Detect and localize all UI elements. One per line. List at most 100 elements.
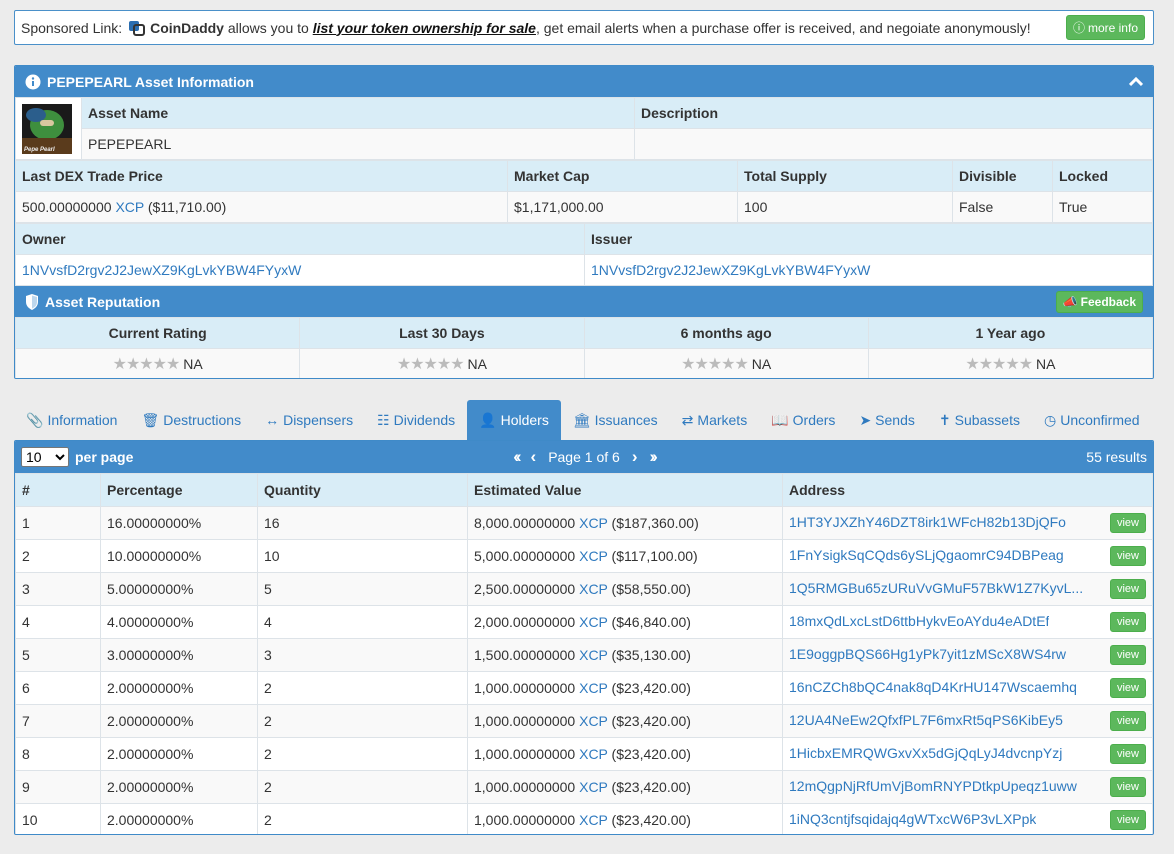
rating-6months-value: NA [751, 356, 772, 372]
next-page-icon[interactable]: › [632, 447, 638, 467]
row-index: 1 [15, 506, 101, 540]
value-unit-link[interactable]: XCP [579, 812, 608, 828]
tab-sends[interactable]: ➤ Sends [847, 400, 926, 440]
sponsor-brand: CoinDaddy [150, 19, 224, 36]
value-usd: ($58,550.00) [611, 581, 691, 597]
tab-dividends[interactable]: ☷ Dividends [365, 400, 467, 440]
address-link[interactable]: 12UA4NeEw2QfxfPL7F6mxRt5qPS6KibEy5 [789, 712, 1063, 728]
price-unit-link[interactable]: XCP [115, 199, 144, 215]
address-link[interactable]: 1HT3YJXZhY46DZT8irk1WFcH82b13DjQFo [789, 514, 1066, 530]
tab-label: Destructions [163, 412, 242, 428]
stars-rating-icon: ★★★★★ [112, 356, 181, 373]
paper-plane-icon: ➤ [859, 411, 872, 428]
issuer-link[interactable]: 1NVvsfD2rgv2J2JewXZ9KgLvkYBW4FYyxW [591, 262, 870, 278]
supply-header: Total Supply [737, 160, 953, 192]
asset-name-table: Pepe Pearl Asset Name Description PEPEPE… [15, 97, 1153, 160]
asset-info-panel: PEPEPEARL Asset Information Pepe Pearl A… [14, 65, 1154, 379]
value-unit-link[interactable]: XCP [579, 746, 608, 762]
view-button[interactable]: view [1109, 777, 1146, 797]
owner-link[interactable]: 1NVvsfD2rgv2J2JewXZ9KgLvkYBW4FYyxW [22, 262, 301, 278]
address-link[interactable]: 1iNQ3cntjfsqidajq4gWTxcW6P3vLXPpk [789, 811, 1036, 827]
pagination: ‹‹ ‹ Page 1 of 6 › ›› [15, 447, 1153, 467]
value-amount: 1,000.00000000 [474, 779, 576, 795]
sponsor-link[interactable]: list your token ownership for sale [313, 20, 536, 36]
bullhorn-icon: 📣 [1062, 294, 1078, 309]
row-percentage: 3.00000000% [100, 638, 258, 672]
table-row: 5 3.00000000% 3 1,500.00000000 XCP ($35,130… [15, 638, 1153, 672]
prev-page-icon[interactable]: ‹ [531, 447, 537, 467]
tab-destructions[interactable]: 🗑 Destructions [129, 400, 253, 440]
address-link[interactable]: 12mQgpNjRfUmVjBomRNYPDtkpUpeqz1uww [789, 778, 1077, 794]
row-address: 1FnYsigkSqCQds6ySLjQgaomrC94DBPeag view [782, 539, 1153, 573]
row-percentage: 16.00000000% [100, 506, 258, 540]
view-button[interactable]: view [1109, 711, 1146, 731]
address-link[interactable]: 1E9oggpBQS66Hg1yPk7yit1zMScX8WS4rw [789, 646, 1066, 662]
value-usd: ($23,420.00) [611, 713, 691, 729]
tab-label: Holders [500, 412, 549, 428]
view-button[interactable]: view [1109, 810, 1146, 830]
chevron-up-icon[interactable] [1129, 76, 1143, 87]
tab-dispensers[interactable]: ↔ Dispensers [253, 400, 365, 440]
value-amount: 1,500.00000000 [474, 647, 576, 663]
value-unit-link[interactable]: XCP [579, 680, 608, 696]
owner-issuer-table: Owner Issuer 1NVvsfD2rgv2J2JewXZ9KgLvkYB… [15, 223, 1153, 286]
value-unit-link[interactable]: XCP [579, 647, 608, 663]
tab-issuances[interactable]: 🏛 Issuances [561, 400, 670, 440]
row-estimated-value: 1,000.00000000 XCP ($23,420.00) [467, 803, 783, 834]
tab-subassets[interactable]: ✝ Subassets [927, 400, 1032, 440]
value-usd: ($23,420.00) [611, 680, 691, 696]
view-button[interactable]: view [1109, 645, 1146, 665]
value-unit-link[interactable]: XCP [579, 713, 608, 729]
value-unit-link[interactable]: XCP [579, 515, 608, 531]
tab-markets[interactable]: ⇄ Markets [670, 400, 760, 440]
holders-panel: 10 per page ‹‹ ‹ Page 1 of 6 › ›› 55 res… [14, 440, 1154, 835]
table-row: 3 5.00000000% 5 2,500.00000000 XCP ($58,550… [15, 572, 1153, 606]
price-header: Last DEX Trade Price [15, 160, 508, 192]
row-estimated-value: 2,500.00000000 XCP ($58,550.00) [467, 572, 783, 606]
reputation-table: Current Rating Last 30 Days 6 months ago… [15, 317, 1153, 378]
book-icon: 📖 [771, 411, 789, 428]
view-button[interactable]: view [1109, 579, 1146, 599]
tab-unconfirmed[interactable]: ◷ Unconfirmed [1032, 400, 1152, 440]
tab-information[interactable]: 📎 Information [14, 400, 129, 440]
first-page-icon[interactable]: ‹‹ [513, 447, 522, 467]
row-index: 3 [15, 572, 101, 606]
row-index: 8 [15, 737, 101, 771]
table-row: 6 2.00000000% 2 1,000.00000000 XCP ($23,420… [15, 671, 1153, 705]
issuer-header: Issuer [584, 223, 1153, 255]
row-estimated-value: 1,000.00000000 XCP ($23,420.00) [467, 671, 783, 705]
last-page-icon[interactable]: ›› [649, 447, 658, 467]
tab-holders[interactable]: 👤 Holders [467, 400, 561, 440]
row-index: 4 [15, 605, 101, 639]
value-amount: 1,000.00000000 [474, 680, 576, 696]
price-amount: 500.00000000 [22, 199, 112, 215]
row-percentage: 4.00000000% [100, 605, 258, 639]
row-address: 1HicbxEMRQWGxvXx5dGjQqLyJ4dvcnpYzj view [782, 737, 1153, 771]
more-info-button[interactable]: ⓘ more info [1065, 15, 1145, 40]
address-link[interactable]: 1FnYsigkSqCQds6ySLjQgaomrC94DBPeag [789, 547, 1064, 563]
value-unit-link[interactable]: XCP [579, 779, 608, 795]
address-link[interactable]: 1HicbxEMRQWGxvXx5dGjQqLyJ4dvcnpYzj [789, 745, 1062, 761]
row-quantity: 10 [257, 539, 468, 573]
view-button[interactable]: view [1109, 678, 1146, 698]
value-unit-link[interactable]: XCP [579, 614, 608, 630]
address-link[interactable]: 16nCZCh8bQC4nak8qD4KrHU147Wscaemhq [789, 679, 1077, 695]
feedback-button[interactable]: 📣 Feedback [1055, 290, 1143, 313]
tab-orders[interactable]: 📖 Orders [759, 400, 847, 440]
tab-label: Issuances [594, 412, 658, 428]
per-page-select[interactable]: 10 [21, 447, 69, 467]
address-link[interactable]: 1Q5RMGBu65zURuVvGMuF57BkW1Z7KyvL... [789, 580, 1083, 596]
table-row: 1 16.00000000% 16 8,000.00000000 XCP ($187,… [15, 506, 1153, 540]
address-link[interactable]: 18mxQdLxcLstD6ttbHykvEoAYdu4eADtEf [789, 613, 1049, 629]
view-button[interactable]: view [1109, 612, 1146, 632]
row-quantity: 16 [257, 506, 468, 540]
row-quantity: 2 [257, 737, 468, 771]
value-unit-link[interactable]: XCP [579, 548, 608, 564]
value-unit-link[interactable]: XCP [579, 581, 608, 597]
view-button[interactable]: view [1109, 546, 1146, 566]
asset-tabs: 📎 Information 🗑 Destructions ↔ Dispensers ☷… [14, 400, 1154, 440]
view-button[interactable]: view [1109, 744, 1146, 764]
coindaddy-logo-icon [129, 20, 146, 36]
view-button[interactable]: view [1109, 513, 1146, 533]
asset-image: Pepe Pearl [22, 103, 72, 154]
